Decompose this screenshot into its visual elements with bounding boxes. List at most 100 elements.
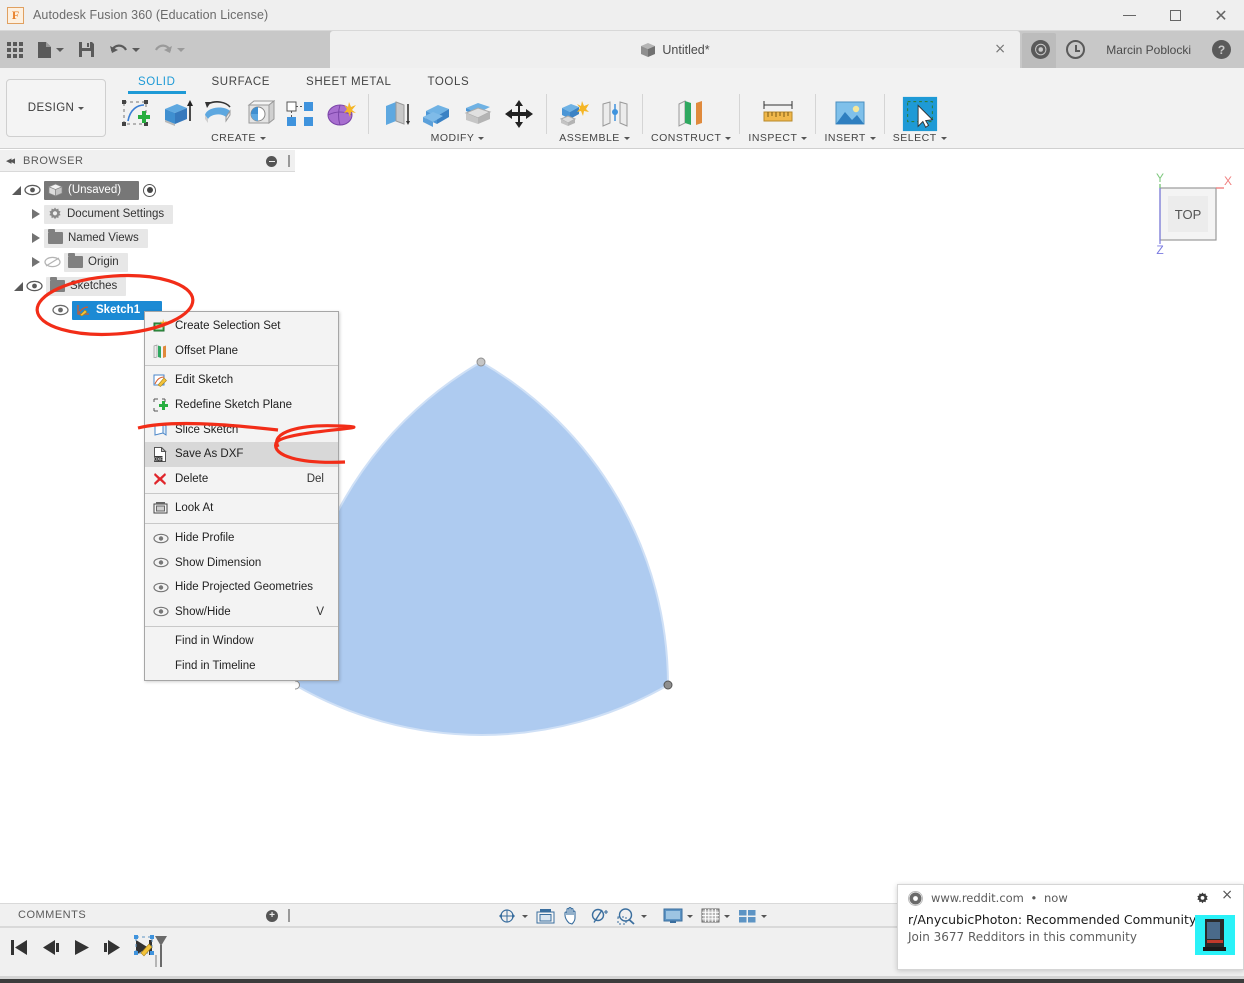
expander-collapsed-icon[interactable] [28, 233, 44, 243]
close-button[interactable]: ✕ [1198, 0, 1244, 31]
tree-item-document-settings[interactable]: Document Settings [0, 202, 295, 226]
grid-snaps-button[interactable] [698, 904, 733, 928]
notification-close-button[interactable]: × [1221, 888, 1233, 902]
menu-item-look-at[interactable]: Look At [145, 496, 338, 521]
activate-component-radio[interactable] [143, 183, 157, 197]
tab-tools[interactable]: TOOLS [409, 72, 487, 94]
visibility-eye-off-icon[interactable] [44, 256, 61, 268]
app-grid-icon[interactable] [0, 31, 30, 68]
menu-item-find-in-window[interactable]: Find in Window [145, 629, 338, 654]
viewports-button[interactable] [735, 904, 770, 928]
ribbon-group-insert-label[interactable]: INSERT [824, 132, 876, 144]
play-button[interactable] [70, 934, 92, 960]
comments-bar[interactable]: COMMENTS + [0, 903, 295, 927]
measure-button[interactable] [759, 95, 797, 133]
tab-solid[interactable]: SOLID [120, 72, 194, 94]
notification-toast[interactable]: www.reddit.com • now × r/AnycubicPhoton:… [897, 884, 1244, 970]
panel-minimize-icon[interactable] [266, 156, 277, 167]
expander-collapsed-icon[interactable] [28, 209, 44, 219]
expander-expanded-icon[interactable] [10, 281, 26, 291]
sketch-context-menu[interactable]: Create Selection Set Offset Plane Edit S… [144, 311, 339, 682]
panel-resize-grip[interactable] [288, 155, 290, 167]
ribbon-group-construct-label[interactable]: CONSTRUCT [651, 132, 732, 144]
fit-button[interactable] [614, 904, 650, 928]
sketch-point-bottom-left[interactable] [295, 680, 300, 690]
menu-item-slice-sketch[interactable]: Slice Sketch [145, 417, 338, 442]
sketch-point-bottom-right[interactable] [663, 680, 673, 690]
tree-item-document-settings-label-box[interactable]: Document Settings [44, 204, 174, 224]
step-forward-button[interactable] [101, 934, 123, 960]
gear-icon[interactable] [1196, 890, 1209, 909]
tree-item-named-views[interactable]: Named Views [0, 226, 295, 250]
minimize-button[interactable] [1106, 0, 1152, 31]
fillet-button[interactable] [418, 95, 456, 133]
add-comment-icon[interactable]: + [266, 910, 278, 922]
menu-item-hide-profile[interactable]: Hide Profile [145, 526, 338, 551]
revolve-button[interactable] [199, 95, 237, 133]
tree-item-origin-label-box[interactable]: Origin [64, 252, 128, 272]
press-pull-button[interactable] [377, 95, 415, 133]
ribbon-group-assemble-label[interactable]: ASSEMBLE [559, 132, 630, 144]
tab-surface[interactable]: SURFACE [194, 72, 289, 94]
sweep-button[interactable] [240, 95, 278, 133]
ribbon-group-create-label[interactable]: CREATE [211, 132, 266, 144]
tree-item-unsaved[interactable]: (Unsaved) [0, 178, 295, 202]
document-tab[interactable]: Untitled* × [330, 31, 1020, 68]
extrude-button[interactable] [158, 95, 196, 133]
comments-resize-grip[interactable] [288, 909, 290, 922]
zoom-button[interactable] [587, 904, 612, 928]
menu-item-find-in-timeline[interactable]: Find in Timeline [145, 654, 338, 679]
visibility-eye-icon[interactable] [52, 304, 69, 316]
expander-collapsed-icon[interactable] [28, 257, 44, 267]
ribbon-group-inspect-label[interactable]: INSPECT [748, 132, 808, 144]
tab-sheet-metal[interactable]: SHEET METAL [288, 72, 409, 94]
menu-item-hide-projected-geometries[interactable]: Hide Projected Geometries [145, 575, 338, 600]
insert-image-button[interactable] [831, 95, 869, 133]
ribbon-group-modify-label[interactable]: MODIFY [431, 132, 485, 144]
visibility-eye-icon[interactable] [26, 280, 43, 292]
joint-button[interactable] [596, 95, 634, 133]
orbit-button[interactable] [495, 904, 531, 928]
move-copy-button[interactable] [500, 95, 538, 133]
expander-expanded-icon[interactable] [8, 185, 24, 195]
tree-item-sketches[interactable]: Sketches [0, 274, 295, 298]
help-button[interactable]: ? [1205, 31, 1238, 68]
step-back-button[interactable] [39, 934, 61, 960]
maximize-button[interactable] [1152, 0, 1198, 31]
canvas-viewport[interactable]: TOP Y X Z [295, 150, 1244, 902]
shell-button[interactable] [459, 95, 497, 133]
tree-item-origin[interactable]: Origin [0, 250, 295, 274]
menu-item-create-selection-set[interactable]: Create Selection Set [145, 314, 338, 339]
create-sketch-button[interactable] [117, 95, 155, 133]
timeline-feature-sketch1[interactable] [133, 931, 171, 969]
tree-item-named-views-label-box[interactable]: Named Views [44, 228, 148, 248]
select-button[interactable] [901, 95, 939, 133]
new-file-button[interactable] [30, 31, 71, 68]
menu-item-offset-plane[interactable]: Offset Plane [145, 339, 338, 364]
menu-item-show-dimension[interactable]: Show Dimension [145, 550, 338, 575]
view-cube[interactable]: TOP Y X Z [1138, 170, 1234, 257]
go-to-beginning-button[interactable] [8, 934, 30, 960]
look-at-button[interactable] [533, 904, 558, 928]
reuleaux-triangle-profile[interactable] [295, 360, 670, 736]
offset-plane-button[interactable] [672, 95, 710, 133]
undo-button[interactable] [102, 31, 147, 68]
workspace-switcher-button[interactable]: DESIGN [6, 79, 106, 137]
tree-item-unsaved-label-box[interactable]: (Unsaved) [44, 180, 140, 200]
collapse-left-icon[interactable]: ◂◂ [6, 154, 15, 167]
user-account-menu[interactable]: Marcin Poblocki [1094, 43, 1203, 57]
redo-button[interactable] [147, 31, 192, 68]
pan-button[interactable] [560, 904, 585, 928]
extension-manager-button[interactable]: ⦿ [1024, 31, 1057, 68]
new-component-button[interactable] [555, 95, 593, 133]
pattern-button[interactable] [281, 95, 319, 133]
menu-item-edit-sketch[interactable]: Edit Sketch [145, 368, 338, 393]
sketch-point-top[interactable] [476, 357, 486, 367]
job-status-button[interactable] [1059, 31, 1092, 68]
create-form-button[interactable] [322, 95, 360, 133]
document-tab-close-button[interactable]: × [994, 42, 1006, 56]
menu-item-save-as-dxf[interactable]: DXF Save As DXF [145, 441, 338, 467]
save-button[interactable] [71, 31, 102, 68]
menu-item-redefine-sketch-plane[interactable]: Redefine Sketch Plane [145, 393, 338, 418]
menu-item-show-hide[interactable]: Show/Hide V [145, 600, 338, 625]
